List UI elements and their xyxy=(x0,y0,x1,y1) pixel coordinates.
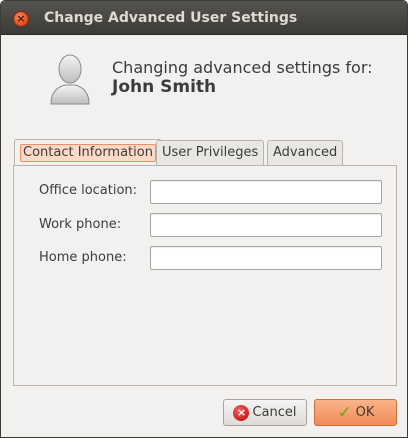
home-phone-label: Home phone: xyxy=(39,250,127,265)
checkmark-icon: ✓ xyxy=(337,402,352,423)
office-location-field[interactable] xyxy=(150,180,382,204)
cancel-icon: × xyxy=(233,404,250,421)
tab-advanced[interactable]: Advanced xyxy=(267,140,344,165)
tab-user-privileges[interactable]: User Privileges xyxy=(156,140,265,165)
title-bar[interactable]: × Change Advanced User Settings xyxy=(1,1,407,35)
cancel-button[interactable]: × Cancel xyxy=(223,399,307,426)
close-icon[interactable]: × xyxy=(13,11,29,27)
dialog-window: × Change Advanced User Settings Changing… xyxy=(0,0,408,438)
work-phone-label: Work phone: xyxy=(39,217,122,232)
user-avatar-icon xyxy=(50,54,90,105)
office-location-label: Office location: xyxy=(39,183,138,198)
cancel-label: Cancel xyxy=(252,405,297,420)
ok-label: OK xyxy=(355,405,375,420)
tab-label: Advanced xyxy=(273,145,338,160)
user-name: John Smith xyxy=(112,77,217,97)
work-phone-field[interactable] xyxy=(150,213,382,237)
home-phone-field[interactable] xyxy=(150,246,382,270)
tab-label: User Privileges xyxy=(162,145,259,160)
tab-contact-information[interactable]: Contact Information xyxy=(14,139,162,166)
ok-button[interactable]: ✓ OK xyxy=(314,399,397,426)
tab-label: Contact Information xyxy=(20,144,156,162)
settings-heading: Changing advanced settings for: xyxy=(112,58,373,77)
window-title: Change Advanced User Settings xyxy=(44,10,298,26)
